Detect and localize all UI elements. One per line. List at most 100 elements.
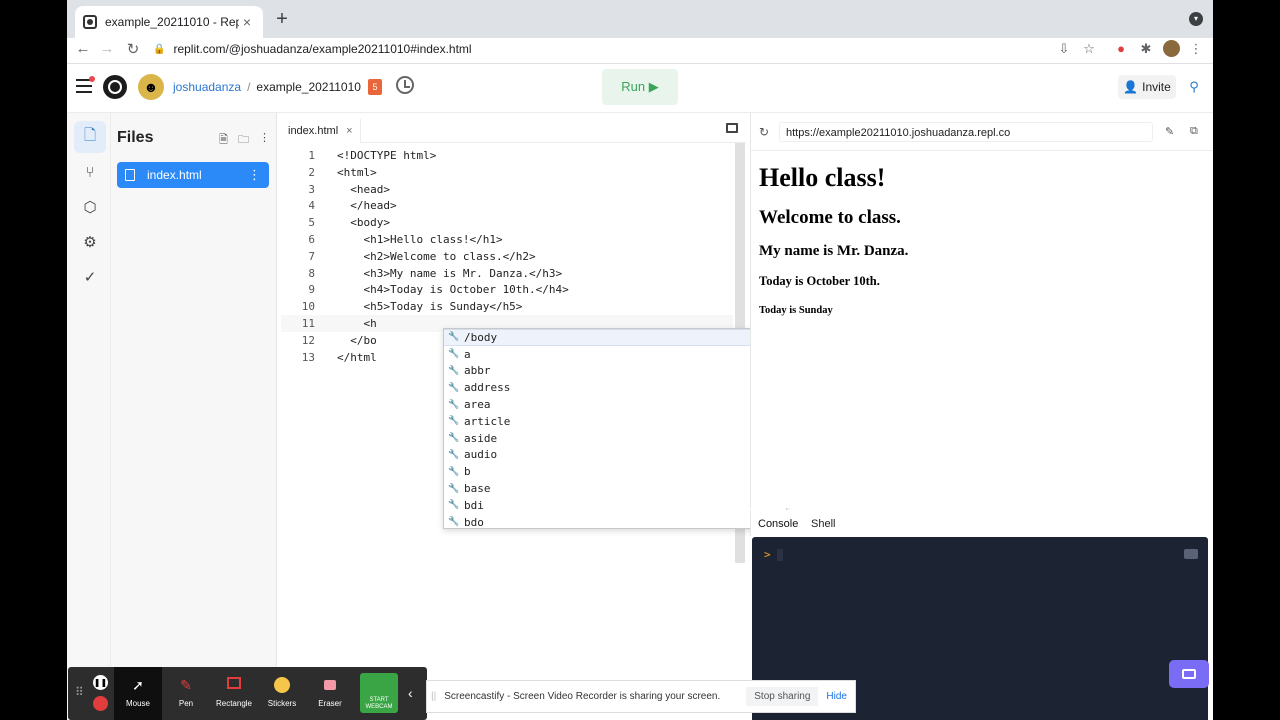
line-number: 3 xyxy=(308,182,315,196)
clear-console-icon[interactable] xyxy=(1184,549,1198,559)
more-options-icon[interactable]: ⋮ xyxy=(259,131,270,150)
tool-eraser[interactable]: Eraser xyxy=(306,667,354,720)
webview-url-input[interactable]: https://example20211010.joshuadanza.repl… xyxy=(779,122,1153,142)
install-icon[interactable]: ⇩ xyxy=(1055,41,1073,57)
pause-icon[interactable]: ❚❚ xyxy=(93,675,108,690)
extensions-icon[interactable]: ✱ xyxy=(1137,41,1155,57)
browser-tab-bar: example_20211010 - Replit × + ▾ xyxy=(67,0,1213,38)
line-number: 13 xyxy=(301,350,315,364)
editor-tab-close-icon[interactable]: × xyxy=(346,125,352,137)
invite-button[interactable]: 👤 Invite xyxy=(1118,75,1176,99)
tab-index-html[interactable]: index.html × xyxy=(281,119,361,143)
stop-sharing-button[interactable]: Stop sharing xyxy=(746,687,819,706)
code-line[interactable]: 1 <!DOCTYPE html> xyxy=(281,147,733,164)
search-icon[interactable]: ⚲ xyxy=(1185,78,1203,96)
url-input[interactable]: 🔒 replit.com/@joshuadanza/example2021101… xyxy=(153,38,1153,60)
new-tab-button[interactable]: + xyxy=(271,8,293,30)
breadcrumb-repl-name[interactable]: example_20211010 xyxy=(256,80,361,94)
autocomplete-item[interactable]: 🔧 article xyxy=(444,413,786,430)
menu-icon[interactable] xyxy=(76,76,95,93)
tab-console[interactable]: Console xyxy=(758,518,798,530)
autocomplete-item[interactable]: 🔧 bdi xyxy=(444,497,786,514)
history-icon[interactable] xyxy=(396,76,414,94)
code-line[interactable]: 4 </head> xyxy=(281,197,733,214)
code-text: <h xyxy=(337,317,377,330)
file-more-icon[interactable]: ⋮ xyxy=(248,167,261,183)
code-line[interactable]: 3 <head> xyxy=(281,181,733,198)
replit-favicon-icon xyxy=(83,15,97,29)
collapse-chevron-icon[interactable]: ‹ xyxy=(408,685,413,701)
line-number: 9 xyxy=(308,283,315,297)
autocomplete-item[interactable]: 🔧 aside xyxy=(444,430,786,447)
hide-button[interactable]: Hide xyxy=(826,691,847,702)
webview-reload-icon[interactable]: ↻ xyxy=(759,125,769,139)
tool-stickers[interactable]: Stickers xyxy=(258,667,306,720)
forward-icon[interactable]: → xyxy=(97,40,117,57)
reload-icon[interactable]: ↻ xyxy=(123,40,143,58)
edit-icon[interactable]: ✎ xyxy=(1165,125,1174,138)
autocomplete-item[interactable]: 🔧 bdo xyxy=(444,514,786,531)
wrench-icon: 🔧 xyxy=(448,433,460,444)
run-button[interactable]: Run ▶ xyxy=(602,69,678,105)
autocomplete-item[interactable]: 🔧 abbr xyxy=(444,363,786,380)
autocomplete-item[interactable]: 🔧 b xyxy=(444,463,786,480)
bookmark-star-icon[interactable]: ☆ xyxy=(1080,41,1098,57)
profile-avatar-icon[interactable] xyxy=(1163,40,1180,57)
tab-close-icon[interactable]: × xyxy=(239,14,255,30)
breadcrumb-user[interactable]: joshuadanza xyxy=(173,80,241,94)
preview-h3: My name is Mr. Danza. xyxy=(759,243,909,259)
new-folder-icon[interactable]: 🗀 xyxy=(238,131,249,150)
code-line[interactable]: 7 <h2>Welcome to class.</h2> xyxy=(281,248,733,265)
user-avatar[interactable]: ☻ xyxy=(138,74,164,100)
stop-recording-icon[interactable] xyxy=(93,696,108,711)
editor-layout-icon[interactable] xyxy=(726,123,738,133)
line-number: 12 xyxy=(301,333,315,347)
editor-tab-bar: index.html × xyxy=(281,113,746,143)
mouse-cursor-icon: ➚ xyxy=(132,677,144,693)
chat-icon[interactable] xyxy=(1169,660,1209,688)
tab-title: example_20211010 - Replit xyxy=(105,15,239,29)
code-line[interactable]: 9 <h4>Today is October 10th.</h4> xyxy=(281,281,733,298)
code-line[interactable]: 10 <h5>Today is Sunday</h5> xyxy=(281,298,733,315)
autocomplete-item[interactable]: 🔧 area xyxy=(444,396,786,413)
autocomplete-item[interactable]: 🔧 a xyxy=(444,346,786,363)
browser-tab[interactable]: example_20211010 - Replit × xyxy=(75,6,263,38)
browser-menu-icon[interactable]: ⋮ xyxy=(1187,41,1205,57)
drag-handle-icon[interactable]: ⠿ xyxy=(75,685,84,699)
replit-logo-icon[interactable] xyxy=(103,75,127,99)
code-line[interactable]: 2 <html> xyxy=(281,164,733,181)
packages-icon[interactable]: ⬡ xyxy=(74,191,106,223)
tool-mouse[interactable]: ➚ Mouse xyxy=(114,667,162,720)
autocomplete-label: base xyxy=(464,482,491,496)
autocomplete-label: b xyxy=(464,465,471,479)
tab-shell[interactable]: Shell xyxy=(811,518,835,530)
file-item-index-html[interactable]: index.html ⋮ xyxy=(117,162,269,188)
start-webcam-button[interactable]: START WEBCAM xyxy=(360,673,398,713)
open-new-tab-icon[interactable]: ⧉ xyxy=(1190,125,1198,138)
autocomplete-item[interactable]: 🔧 address xyxy=(444,379,786,396)
checkmark-icon[interactable]: ✓ xyxy=(74,261,106,293)
files-icon[interactable]: 🗋 xyxy=(74,121,106,153)
line-number: 10 xyxy=(301,300,315,314)
wrench-icon: 🔧 xyxy=(448,483,460,494)
tab-search-icon[interactable]: ▾ xyxy=(1189,12,1203,26)
html5-language-icon[interactable]: 5 xyxy=(368,79,382,95)
back-icon[interactable]: ← xyxy=(73,40,93,57)
code-text: <h1>Hello class!</h1> xyxy=(337,233,503,246)
files-panel: Files 🗎 🗀 ⋮ index.html ⋮ xyxy=(111,113,277,720)
line-number: 2 xyxy=(308,165,315,179)
autocomplete-item[interactable]: 🔧 base xyxy=(444,480,786,497)
code-line[interactable]: 6 <h1>Hello class!</h1> xyxy=(281,231,733,248)
new-file-icon[interactable]: 🗎 xyxy=(219,131,228,150)
code-line[interactable]: 5 <body> xyxy=(281,214,733,231)
code-line[interactable]: 8 <h3>My name is Mr. Danza.</h3> xyxy=(281,265,733,282)
tool-rectangle[interactable]: Rectangle xyxy=(210,667,258,720)
autocomplete-item[interactable]: 🔧 /body xyxy=(444,329,786,346)
screencastify-extension-icon[interactable]: ● xyxy=(1112,41,1130,56)
settings-gear-icon[interactable]: ⚙ xyxy=(74,226,106,258)
drag-handle-icon[interactable]: || xyxy=(431,691,436,702)
version-control-icon[interactable]: ⑂ xyxy=(74,156,106,188)
tool-pen[interactable]: ✎ Pen xyxy=(162,667,210,720)
autocomplete-item[interactable]: 🔧 audio xyxy=(444,447,786,464)
code-text: </bo xyxy=(337,333,377,347)
